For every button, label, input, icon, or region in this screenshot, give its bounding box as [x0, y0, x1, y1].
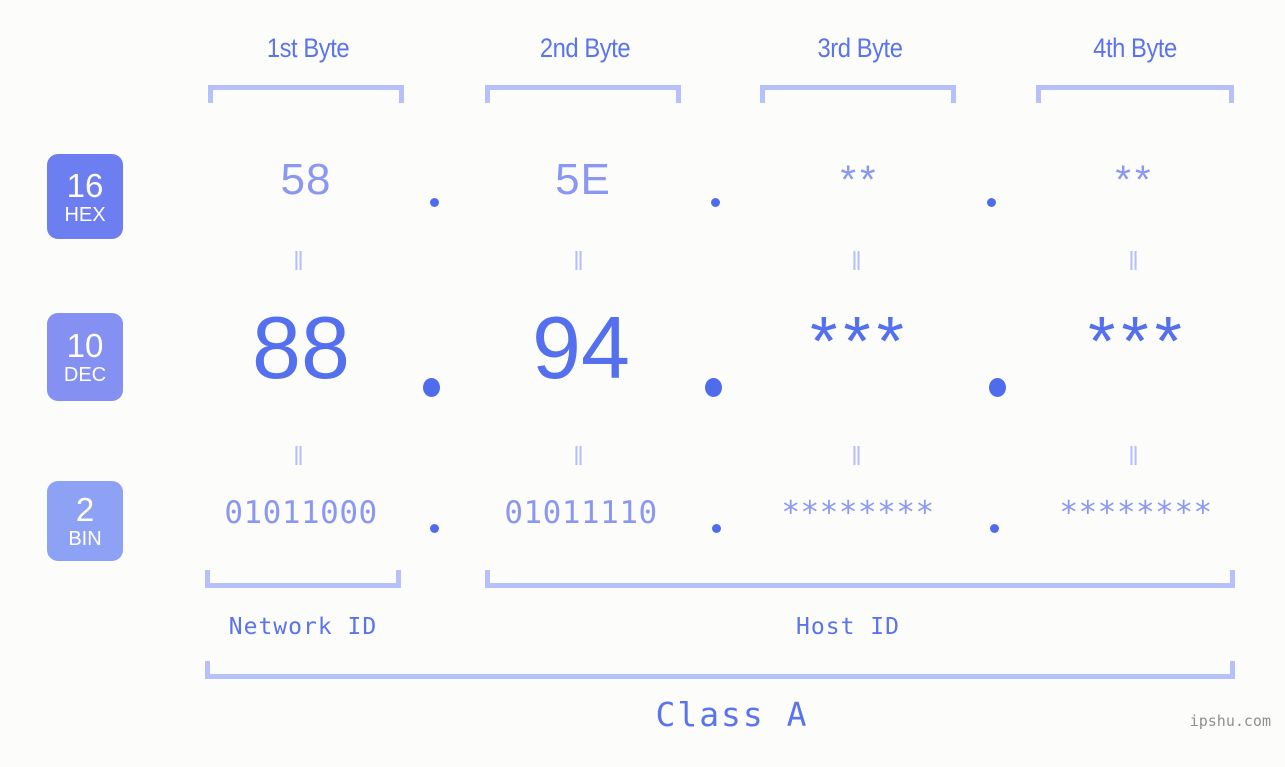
dec-byte-3: ***: [810, 302, 910, 380]
dec-byte-1: 88: [252, 298, 350, 397]
equality-mark-hexdec-4: ‖: [1128, 246, 1142, 276]
bin-separator-dot-3: [990, 524, 999, 533]
radix-badge-hex: 16 HEX: [47, 154, 123, 239]
class-bracket: [205, 661, 1235, 679]
hex-byte-4: **: [1115, 158, 1155, 202]
network-id-bracket: [205, 570, 401, 588]
equality-mark-decbin-4: ‖: [1128, 441, 1142, 471]
dec-separator-dot-3: [989, 378, 1006, 397]
radix-badge-hex-number: 16: [66, 166, 104, 204]
bin-byte-2: 01011110: [504, 495, 658, 531]
hex-separator-dot-1: [430, 198, 439, 207]
hex-byte-3: **: [840, 158, 880, 202]
bin-separator-dot-2: [712, 524, 721, 533]
bin-byte-1: 01011000: [224, 495, 378, 531]
equality-mark-hexdec-3: ‖: [851, 246, 865, 276]
dec-byte-4: ***: [1088, 302, 1188, 380]
byte-bracket-1: [208, 85, 404, 103]
dec-separator-dot-1: [423, 378, 440, 397]
equality-mark-hexdec-2: ‖: [573, 246, 587, 276]
radix-badge-hex-label: HEX: [64, 203, 106, 226]
bin-byte-3: ********: [781, 495, 935, 531]
byte-header-3: 3rd Byte: [817, 33, 903, 63]
radix-badge-bin: 2 BIN: [47, 481, 123, 561]
byte-header-2: 2nd Byte: [539, 33, 631, 63]
hex-separator-dot-3: [987, 198, 996, 207]
host-id-label: Host ID: [796, 614, 900, 640]
hex-separator-dot-2: [711, 198, 720, 207]
site-watermark: ipshu.com: [1189, 712, 1271, 730]
bin-separator-dot-1: [430, 524, 439, 533]
hex-byte-2: 5E: [555, 155, 611, 204]
radix-badge-dec-label: DEC: [63, 364, 107, 386]
radix-badge-bin-number: 2: [75, 491, 95, 528]
dec-separator-dot-2: [705, 378, 722, 397]
byte-bracket-2: [485, 85, 681, 103]
byte-header-1: 1st Byte: [266, 33, 350, 63]
equality-mark-decbin-3: ‖: [851, 441, 865, 471]
equality-mark-decbin-1: ‖: [293, 441, 307, 471]
byte-bracket-4: [1036, 85, 1234, 103]
equality-mark-hexdec-1: ‖: [293, 246, 307, 276]
equality-mark-decbin-2: ‖: [573, 441, 587, 471]
radix-badge-dec: 10 DEC: [47, 313, 123, 401]
byte-header-4: 4th Byte: [1093, 33, 1177, 63]
radix-badge-bin-label: BIN: [68, 528, 102, 550]
hex-byte-1: 58: [280, 155, 332, 204]
bin-byte-4: ********: [1059, 495, 1213, 531]
radix-badge-dec-number: 10: [66, 327, 104, 364]
network-id-label: Network ID: [228, 614, 378, 640]
class-label: Class A: [655, 695, 809, 734]
host-id-bracket: [485, 570, 1235, 588]
byte-bracket-3: [760, 85, 956, 103]
dec-byte-2: 94: [532, 298, 630, 397]
ip-address-breakdown-diagram: 1st Byte 2nd Byte 3rd Byte 4th Byte 16 H…: [0, 0, 1285, 767]
